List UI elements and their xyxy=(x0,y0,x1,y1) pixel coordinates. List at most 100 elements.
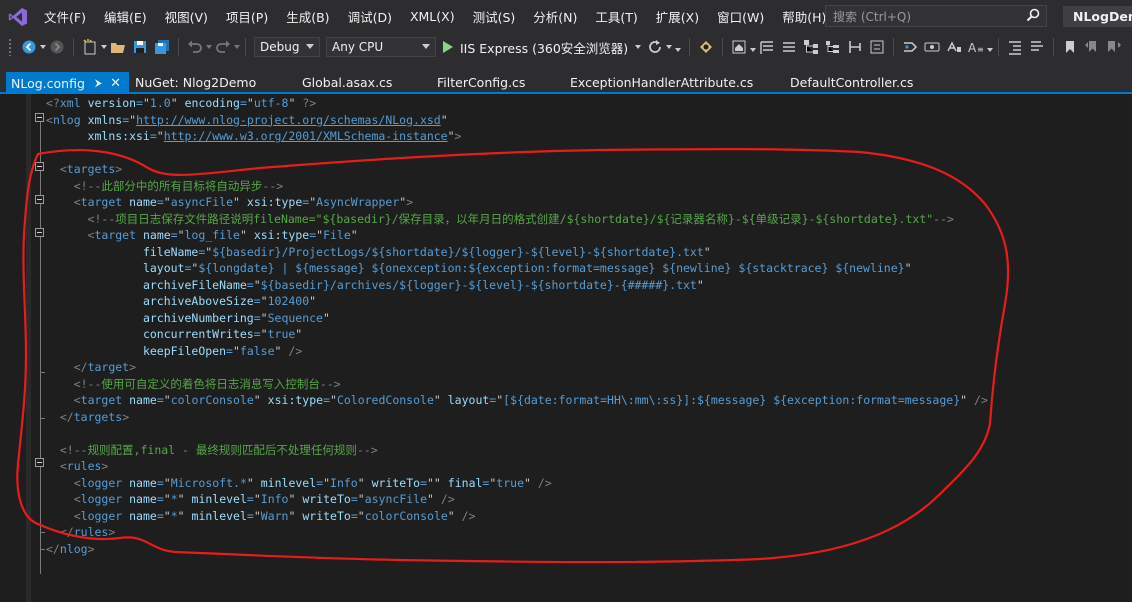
code-line[interactable]: <logger name="*" minlevel="Info" writeTo… xyxy=(46,491,455,507)
visual-studio-logo-icon[interactable] xyxy=(0,0,36,33)
tree-view-icon[interactable] xyxy=(825,39,841,55)
code-token: " xyxy=(447,129,455,143)
open-folder-icon[interactable] xyxy=(110,39,126,55)
dropdown-arrow-icon[interactable] xyxy=(750,39,757,55)
code-line[interactable]: <target name="colorConsole" xsi:type="Co… xyxy=(46,392,988,408)
solution-name-badge[interactable]: NLogDem xyxy=(1063,6,1132,27)
code-token: " xyxy=(246,96,254,110)
indent-icon[interactable] xyxy=(1007,39,1023,55)
code-line[interactable]: <target name="log_file" xsi:type="File" xyxy=(46,227,358,243)
code-line[interactable]: <logger name="Microsoft.*" minlevel="Inf… xyxy=(46,475,552,491)
menu-debug[interactable]: 调试(D) xyxy=(340,0,402,33)
code-line[interactable]: <rules> xyxy=(46,458,109,474)
menu-project[interactable]: 项目(P) xyxy=(218,0,278,33)
code-line[interactable]: </rules> xyxy=(46,524,115,540)
dropdown-arrow-icon[interactable] xyxy=(666,39,673,55)
dropdown-arrow-icon[interactable] xyxy=(635,39,642,55)
collapse-icon[interactable] xyxy=(35,458,44,467)
dropdown-arrow-icon[interactable] xyxy=(234,39,240,55)
close-icon[interactable]: ✕ xyxy=(110,76,121,91)
collapse-icon[interactable] xyxy=(35,113,44,122)
menu-extensions[interactable]: 扩展(X) xyxy=(648,0,709,33)
branch-icon[interactable] xyxy=(847,39,863,55)
tab-nlog-config[interactable]: NLog.config ⮞ ✕ xyxy=(6,72,129,94)
menu-edit[interactable]: 编辑(E) xyxy=(96,0,157,33)
menu-test[interactable]: 测试(S) xyxy=(465,0,526,33)
menu-file[interactable]: 文件(F) xyxy=(36,0,96,33)
code-line[interactable]: <nlog xmlns="http://www.nlog-project.org… xyxy=(46,112,448,128)
hierarchy-icon[interactable] xyxy=(803,39,819,55)
dropdown-arrow-icon[interactable] xyxy=(206,39,212,55)
list-view-icon[interactable] xyxy=(781,39,797,55)
start-debugging-button[interactable]: IIS Express (360安全浏览器) xyxy=(443,38,628,57)
collapse-icon[interactable] xyxy=(35,162,44,171)
step-icon[interactable] xyxy=(902,39,918,55)
find-replace-icon[interactable] xyxy=(946,39,962,55)
menu-view[interactable]: 视图(V) xyxy=(157,0,218,33)
code-token: " xyxy=(330,393,337,407)
solution-platform-select[interactable]: Any CPU xyxy=(326,37,436,57)
undo-icon[interactable] xyxy=(187,39,203,55)
code-token: colorConsole xyxy=(364,508,448,523)
code-line[interactable]: layout="${longdate} | ${message} ${onexc… xyxy=(46,260,912,276)
refresh-icon[interactable] xyxy=(647,39,663,55)
code-line[interactable]: </nlog> xyxy=(46,541,95,557)
menu-build[interactable]: 生成(B) xyxy=(278,0,339,33)
code-line[interactable]: </targets> xyxy=(46,409,129,425)
code-line[interactable]: concurrentWrites="true" xyxy=(46,326,302,342)
save-all-icon[interactable] xyxy=(154,39,170,55)
menu-analyze[interactable]: 分析(N) xyxy=(525,0,587,33)
tab-default-controller[interactable]: DefaultController.cs xyxy=(790,73,913,92)
code-line[interactable]: xmlns:xsi="http://www.w3.org/2001/XMLSch… xyxy=(46,128,462,144)
new-project-icon[interactable] xyxy=(82,39,98,55)
code-token: targets xyxy=(73,409,123,424)
save-icon[interactable] xyxy=(132,39,148,55)
tab-exception-handler-attribute[interactable]: ExceptionHandlerAttribute.cs xyxy=(570,73,753,92)
redo-icon[interactable] xyxy=(215,39,231,55)
next-bookmark-icon[interactable] xyxy=(1106,39,1122,55)
code-line[interactable]: archiveNumbering="Sequence" xyxy=(46,310,330,326)
previous-bookmark-icon[interactable] xyxy=(1084,39,1100,55)
toolbar-grip-icon[interactable] xyxy=(8,38,12,56)
code-line[interactable]: archiveFileName="${basedir}/archives/${l… xyxy=(46,277,704,293)
tab-global-asax[interactable]: Global.asax.cs xyxy=(302,73,392,92)
search-icon[interactable] xyxy=(1026,8,1040,25)
browser-link-icon[interactable] xyxy=(698,39,714,55)
navigate-forward-icon[interactable] xyxy=(49,39,65,55)
outline-icon[interactable] xyxy=(759,39,775,55)
solution-configuration-select[interactable]: Debug xyxy=(254,37,320,57)
code-line[interactable]: <!--规则配置,final - 最终规则匹配后不处理任何规则--> xyxy=(46,442,378,458)
menu-xml[interactable]: XML(X) xyxy=(402,0,465,33)
menu-tools[interactable]: 工具(T) xyxy=(587,0,647,33)
code-line[interactable]: <?xml version="1.0" encoding="utf-8" ?> xyxy=(46,95,316,111)
dropdown-arrow-icon[interactable] xyxy=(987,39,994,55)
code-line[interactable]: <logger name="*" minlevel="Warn" writeTo… xyxy=(46,508,476,524)
collapse-icon[interactable] xyxy=(35,195,44,204)
dropdown-arrow-icon[interactable] xyxy=(40,39,46,55)
bookmark-icon[interactable] xyxy=(1062,39,1078,55)
more-options-icon[interactable] xyxy=(675,39,682,55)
code-editor[interactable]: <?xml version="1.0" encoding="utf-8" ?> <… xyxy=(0,94,1132,602)
comment-icon[interactable] xyxy=(1029,39,1045,55)
navigate-back-icon[interactable] xyxy=(21,39,37,55)
menu-window[interactable]: 窗口(W) xyxy=(709,0,774,33)
pin-icon[interactable]: ⮞ xyxy=(95,78,102,89)
dropdown-arrow-icon[interactable] xyxy=(101,39,107,55)
code-line[interactable]: keepFileOpen="false" /> xyxy=(46,343,302,359)
code-line[interactable]: <!--此部分中的所有目标将自动异步--> xyxy=(46,178,283,194)
code-line[interactable]: <target name="asyncFile" xsi:type="Async… xyxy=(46,194,413,210)
tab-filter-config[interactable]: FilterConfig.cs xyxy=(437,73,525,92)
breakpoint-window-icon[interactable] xyxy=(924,39,940,55)
properties-icon[interactable] xyxy=(869,39,885,55)
search-input[interactable]: 搜索 (Ctrl+Q) xyxy=(825,5,1047,27)
code-line[interactable]: </target> xyxy=(46,359,136,375)
code-line[interactable]: fileName="${basedir}/ProjectLogs/${short… xyxy=(46,244,711,260)
home-icon[interactable] xyxy=(731,39,747,55)
code-line[interactable]: <!--使用可自定义的着色将日志消息写入控制台--> xyxy=(46,376,341,392)
code-line[interactable]: archiveAboveSize="102400" xyxy=(46,293,316,309)
font-size-icon[interactable]: A ≡ xyxy=(968,39,984,55)
code-line[interactable]: <targets> xyxy=(46,161,122,177)
tab-nuget-nlog2demo[interactable]: NuGet: Nlog2Demo xyxy=(135,73,256,92)
code-line[interactable]: <!--项目日志保存文件路径说明fileName="${basedir}/保存目… xyxy=(46,211,954,227)
collapse-icon[interactable] xyxy=(35,228,44,237)
